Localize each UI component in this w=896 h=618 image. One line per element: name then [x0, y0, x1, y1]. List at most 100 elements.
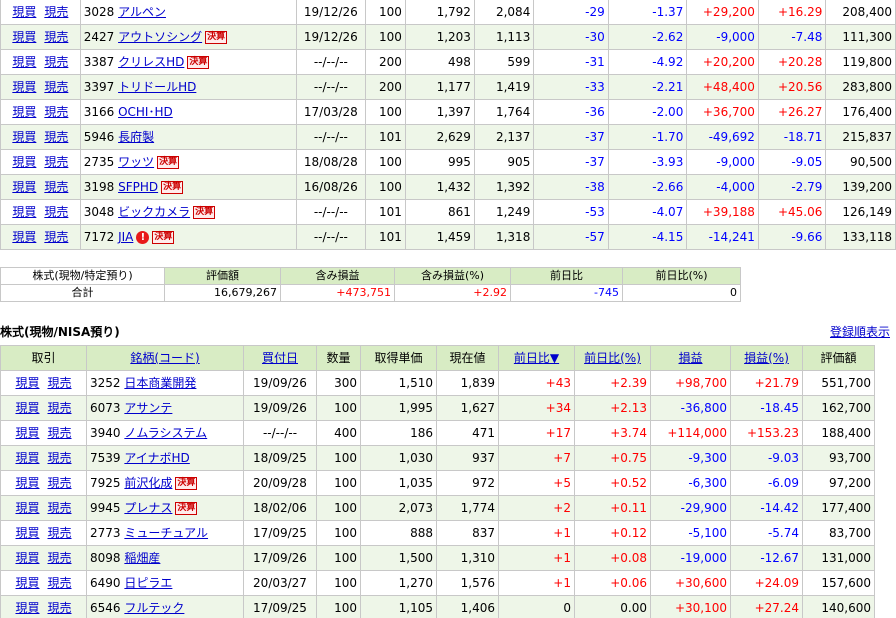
col-header-cost: 取得単価: [360, 345, 437, 371]
sell-link[interactable]: 現売: [48, 376, 72, 390]
stock-name-link[interactable]: プレナス: [124, 501, 172, 515]
quantity: 101: [365, 199, 406, 225]
day-change-pct: -1.70: [607, 124, 688, 150]
buy-link[interactable]: 現買: [15, 376, 39, 390]
col-header-pl-pct[interactable]: 損益(%): [730, 345, 803, 371]
stock-name-link[interactable]: アイナボHD: [124, 451, 189, 465]
cost-price: 1,792: [404, 0, 475, 25]
sell-link[interactable]: 現売: [44, 30, 68, 44]
stock-name-link[interactable]: OCHI･HD: [118, 105, 173, 119]
sell-link[interactable]: 現売: [48, 426, 72, 440]
sell-link[interactable]: 現売: [44, 105, 68, 119]
table-row: 現買 現売 3397 トリドールHD --/--/-- 200 1,177 1,419 -33…: [0, 74, 896, 100]
sell-link[interactable]: 現売: [44, 80, 68, 94]
sell-link[interactable]: 現売: [44, 180, 68, 194]
day-change-pct: -2.66: [607, 174, 688, 200]
profit-loss: -9,300: [650, 445, 731, 471]
registration-order-link[interactable]: 登録順表示: [830, 323, 890, 340]
sell-link[interactable]: 現売: [48, 576, 72, 590]
sell-link[interactable]: 現売: [44, 155, 68, 169]
sell-link[interactable]: 現売: [48, 476, 72, 490]
buy-link[interactable]: 現買: [12, 155, 36, 169]
valuation: 176,400: [825, 99, 896, 125]
quantity: 300: [316, 370, 361, 396]
buy-link[interactable]: 現買: [12, 105, 36, 119]
stock-name-link[interactable]: 日ピラエ: [124, 576, 172, 590]
stock-name-link[interactable]: アサンテ: [124, 401, 172, 415]
trade-actions-cell: 現買 現売: [0, 570, 87, 596]
buy-link[interactable]: 現買: [15, 601, 39, 615]
profit-loss: +48,400: [686, 74, 759, 100]
buy-link[interactable]: 現買: [15, 526, 39, 540]
buy-link[interactable]: 現買: [15, 476, 39, 490]
stock-code: 3028: [83, 5, 115, 19]
earnings-badge: 決算: [175, 477, 198, 490]
stock-name-link[interactable]: アウトソシング: [118, 30, 202, 44]
cost-price: 1,500: [360, 545, 437, 571]
buy-link[interactable]: 現買: [12, 55, 36, 69]
sell-link[interactable]: 現売: [44, 230, 68, 244]
stock-name-link[interactable]: 日本商業開発: [124, 376, 196, 390]
day-change: 0: [498, 595, 575, 618]
col-header-chg[interactable]: 前日比▼: [498, 345, 575, 371]
day-change-pct: -1.37: [607, 0, 688, 25]
buy-link[interactable]: 現買: [12, 30, 36, 44]
buy-link[interactable]: 現買: [12, 205, 36, 219]
sell-link[interactable]: 現売: [48, 601, 72, 615]
stock-code: 3198: [83, 180, 115, 194]
trade-actions-cell: 現買 現売: [0, 24, 81, 50]
sell-link[interactable]: 現売: [44, 205, 68, 219]
holdings-table-body: 現買 現売 3028 アルペン 19/12/26 100 1,792 2,084 -29 -1.…: [0, 0, 896, 250]
stock-name-link[interactable]: 長府製: [118, 130, 154, 144]
buy-link[interactable]: 現買: [15, 426, 39, 440]
buy-link[interactable]: 現買: [12, 80, 36, 94]
profit-loss-pct: -6.09: [730, 470, 803, 496]
sell-link[interactable]: 現売: [48, 451, 72, 465]
buy-link[interactable]: 現買: [15, 501, 39, 515]
stock-name-link[interactable]: アルペン: [118, 5, 166, 19]
stock-name-link[interactable]: クリレスHD: [118, 55, 184, 69]
buy-link[interactable]: 現買: [15, 401, 39, 415]
col-header-buy-date[interactable]: 買付日: [243, 345, 317, 371]
sell-link[interactable]: 現売: [48, 401, 72, 415]
buy-link[interactable]: 現買: [15, 551, 39, 565]
stock-name-link[interactable]: フルテック: [124, 601, 184, 615]
stock-name-link[interactable]: ミューチュアル: [124, 526, 208, 540]
buy-link[interactable]: 現買: [15, 451, 39, 465]
quantity: 100: [316, 395, 361, 421]
col-header-stock[interactable]: 銘柄(コード): [86, 345, 244, 371]
buy-link[interactable]: 現買: [15, 576, 39, 590]
earnings-badge: 決算: [205, 31, 228, 44]
trade-actions-cell: 現買 現売: [0, 224, 81, 250]
current-price: 1,392: [473, 174, 535, 200]
quantity: 100: [316, 570, 361, 596]
stock-name-link[interactable]: JIA: [118, 230, 133, 244]
profit-loss-pct: -9.66: [757, 224, 827, 250]
buy-link[interactable]: 現買: [12, 130, 36, 144]
profit-loss: -9,000: [686, 24, 759, 50]
sell-link[interactable]: 現売: [48, 551, 72, 565]
stock-name-link[interactable]: 稲畑産: [124, 551, 160, 565]
sell-link[interactable]: 現売: [44, 55, 68, 69]
stock-name-link[interactable]: トリドールHD: [118, 80, 196, 94]
stock-cell: 5946 長府製: [79, 124, 297, 150]
sell-link[interactable]: 現売: [44, 5, 68, 19]
sell-link[interactable]: 現売: [44, 130, 68, 144]
current-price: 599: [473, 49, 535, 75]
col-header-pl[interactable]: 損益: [650, 345, 731, 371]
sell-link[interactable]: 現売: [48, 526, 72, 540]
buy-link[interactable]: 現買: [12, 230, 36, 244]
buy-link[interactable]: 現買: [12, 5, 36, 19]
day-change: -30: [533, 24, 609, 50]
buy-link[interactable]: 現買: [12, 180, 36, 194]
current-price: 1,576: [436, 570, 499, 596]
stock-name-link[interactable]: 前沢化成: [124, 476, 172, 490]
stock-name-link[interactable]: SFPHD: [118, 180, 158, 194]
stock-name-link[interactable]: ビックカメラ: [118, 205, 190, 219]
sell-link[interactable]: 現売: [48, 501, 72, 515]
day-change: +1: [498, 570, 575, 596]
stock-code: 2773: [90, 526, 121, 540]
col-header-chg-pct[interactable]: 前日比(%): [574, 345, 651, 371]
stock-name-link[interactable]: ワッツ: [118, 155, 154, 169]
stock-name-link[interactable]: ノムラシステム: [124, 426, 207, 440]
